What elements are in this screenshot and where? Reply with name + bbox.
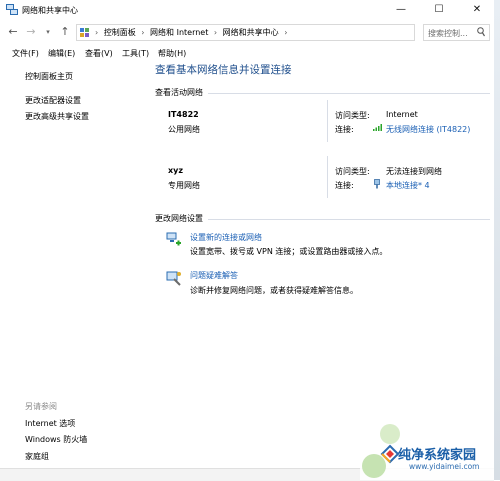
troubleshoot-icon (166, 271, 181, 286)
change-settings-heading: 更改网络设置 (155, 214, 203, 223)
close-button[interactable]: ✕ (462, 0, 492, 20)
divider (208, 93, 490, 94)
menu-view[interactable]: 查看(V) (85, 48, 113, 59)
local-connection-link[interactable]: 本地连接* 4 (386, 180, 430, 191)
wireless-connection-link[interactable]: 无线网络连接 (IT4822) (386, 124, 470, 135)
maximize-button[interactable]: ☐ (424, 0, 454, 20)
watermark-text: 纯净系统家园 (398, 448, 477, 463)
network-type[interactable]: 公用网络 (168, 124, 200, 135)
setup-new-connection-link[interactable]: 设置新的连接或网络 (190, 232, 262, 243)
active-networks-heading: 查看活动网络 (155, 88, 203, 97)
navigation-bar: ← → ▾ ↑ › 控制面板 › 网络和 Internet › 网络和共享中心 … (0, 22, 494, 42)
network-type[interactable]: 专用网络 (168, 180, 200, 191)
network-name: xyz (168, 166, 184, 175)
breadcrumb-separator: › (95, 28, 99, 37)
connection-label: 连接: (335, 125, 354, 134)
homegroup-link[interactable]: 家庭组 (25, 451, 49, 462)
see-also-heading: 另请参阅 (25, 402, 57, 411)
divider (208, 219, 490, 220)
new-connection-icon (166, 232, 181, 246)
access-type-label: 访问类型: (335, 167, 370, 176)
breadcrumb-separator: › (284, 28, 288, 37)
menu-help[interactable]: 帮助(H) (158, 48, 186, 59)
menu-bar: 文件(F) 编辑(E) 查看(V) 工具(T) 帮助(H) (0, 46, 494, 60)
breadcrumb: › 控制面板 › 网络和 Internet › 网络和共享中心 › (95, 27, 290, 38)
search-input[interactable]: 搜索控制... (423, 24, 490, 41)
breadcrumb-network-internet[interactable]: 网络和 Internet (150, 28, 208, 37)
forward-arrow-icon[interactable]: → (24, 24, 38, 40)
access-type-label: 访问类型: (335, 111, 370, 120)
recent-locations-chevron-icon[interactable]: ▾ (41, 24, 55, 40)
divider (327, 100, 328, 142)
change-adapter-settings-link[interactable]: 更改适配器设置 (25, 95, 81, 106)
minimize-button[interactable]: — (386, 0, 416, 20)
breadcrumb-separator: › (213, 28, 218, 37)
internet-options-link[interactable]: Internet 选项 (25, 418, 75, 429)
network-icon (6, 4, 18, 15)
window-title: 网络和共享中心 (22, 6, 78, 15)
search-icon (477, 27, 485, 37)
desktop-background (494, 0, 500, 480)
breadcrumb-separator: › (141, 28, 145, 37)
change-advanced-sharing-link[interactable]: 更改高级共享设置 (25, 111, 89, 122)
divider (327, 156, 328, 198)
windows-firewall-link[interactable]: Windows 防火墙 (25, 434, 87, 445)
watermark-url: www.yidaimei.com (409, 462, 480, 471)
page-title: 查看基本网络信息并设置连接 (155, 64, 292, 76)
network-sharing-center-window: 网络和共享中心 — ☐ ✕ ← → ▾ ↑ › 控制面板 › 网络和 Inter… (0, 0, 495, 481)
wifi-signal-icon (373, 124, 382, 131)
control-panel-home-link[interactable]: 控制面板主页 (25, 71, 73, 82)
menu-tools[interactable]: 工具(T) (122, 48, 149, 59)
troubleshoot-problems-link[interactable]: 问题疑难解答 (190, 270, 238, 281)
access-type-value: 无法连接到网络 (386, 167, 442, 176)
search-placeholder: 搜索控制... (428, 29, 468, 38)
breadcrumb-control-panel[interactable]: 控制面板 (104, 28, 136, 37)
setup-new-connection-description: 设置宽带、拨号或 VPN 连接；或设置路由器或接入点。 (190, 247, 388, 256)
back-arrow-icon[interactable]: ← (6, 24, 20, 40)
menu-file[interactable]: 文件(F) (12, 48, 39, 59)
address-bar[interactable]: › 控制面板 › 网络和 Internet › 网络和共享中心 › ∨ ↻ (76, 24, 485, 41)
network-name: IT4822 (168, 110, 199, 119)
control-panel-icon (80, 28, 89, 37)
connection-label: 连接: (335, 181, 354, 190)
ethernet-icon (374, 179, 380, 189)
up-arrow-icon[interactable]: ↑ (58, 24, 72, 40)
menu-edit[interactable]: 编辑(E) (48, 48, 75, 59)
troubleshoot-description: 诊断并修复网络问题，或者获得疑难解答信息。 (190, 286, 358, 295)
access-type-value: Internet (386, 110, 418, 119)
title-bar: 网络和共享中心 — ☐ ✕ (0, 0, 494, 20)
breadcrumb-network-sharing-center[interactable]: 网络和共享中心 (223, 28, 279, 37)
